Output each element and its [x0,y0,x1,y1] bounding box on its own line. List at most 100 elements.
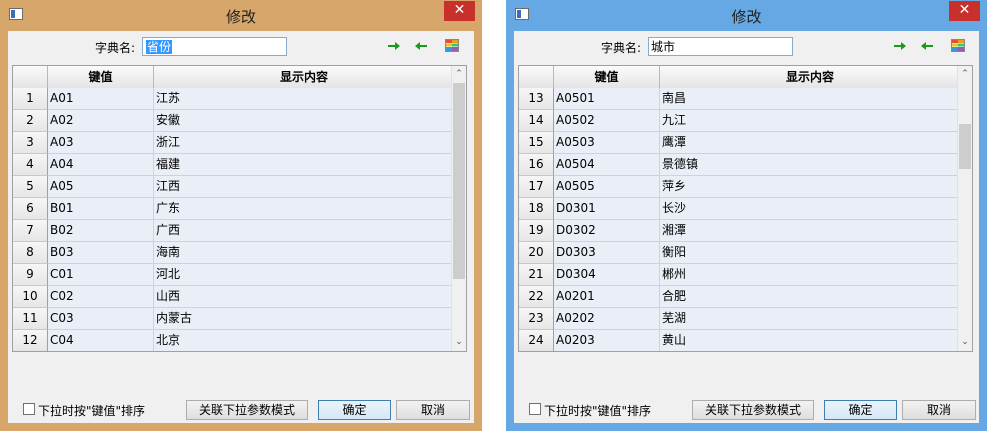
key-cell[interactable]: A0203 [554,330,660,351]
cancel-button[interactable]: 取消 [902,400,976,420]
display-cell[interactable]: 海南 [154,242,454,264]
row-number[interactable]: 23 [519,308,554,330]
color-grid-icon[interactable] [951,39,965,52]
column-header-key[interactable]: 键值 [48,66,154,88]
display-cell[interactable]: 长沙 [660,198,960,220]
display-cell[interactable]: 安徽 [154,110,454,132]
key-cell[interactable]: D0301 [554,198,660,220]
dictionary-grid[interactable]: 键值 显示内容 13 A0501 南昌 14 A0502 九江 15 A0503 鹰潭 16 A05… [518,65,973,352]
key-cell[interactable]: A01 [48,88,154,110]
key-cell[interactable]: A0502 [554,110,660,132]
row-number[interactable]: 10 [13,286,48,308]
display-cell[interactable]: 景德镇 [660,154,960,176]
dictionary-grid[interactable]: 键值 显示内容 1 A01 江苏 2 A02 安徽 3 A03 浙江 4 A04 福建 5 A05 江西 6 B… [12,65,467,352]
vertical-scrollbar[interactable]: ⌃ ⌄ [451,66,466,351]
table-row[interactable]: 9 C01 河北 [13,264,454,286]
table-row[interactable]: 22 A0201 合肥 [519,286,960,308]
table-row[interactable]: 1 A01 江苏 [13,88,454,110]
display-cell[interactable]: 湘潭 [660,220,960,242]
row-number[interactable]: 14 [519,110,554,132]
row-number[interactable]: 9 [13,264,48,286]
display-cell[interactable]: 山西 [154,286,454,308]
green-right-arrow-icon[interactable] [893,40,907,52]
display-cell[interactable]: 江苏 [154,88,454,110]
scroll-down-icon[interactable]: ⌄ [452,334,466,351]
green-left-arrow-icon[interactable] [920,40,934,52]
row-number[interactable]: 24 [519,330,554,351]
close-button[interactable]: ✕ [949,1,980,21]
display-cell[interactable]: 广西 [154,220,454,242]
key-cell[interactable]: A0201 [554,286,660,308]
table-row[interactable]: 19 D0302 湘潭 [519,220,960,242]
link-dropdown-mode-button[interactable]: 关联下拉参数模式 [692,400,814,420]
key-cell[interactable]: D0304 [554,264,660,286]
display-cell[interactable]: 九江 [660,110,960,132]
key-cell[interactable]: A0202 [554,308,660,330]
key-cell[interactable]: A04 [48,154,154,176]
table-row[interactable]: 13 A0501 南昌 [519,88,960,110]
table-row[interactable]: 20 D0303 衡阳 [519,242,960,264]
row-number[interactable]: 18 [519,198,554,220]
table-row[interactable]: 8 B03 海南 [13,242,454,264]
title-bar[interactable]: 修改 ✕ [0,0,482,31]
table-row[interactable]: 16 A0504 景德镇 [519,154,960,176]
display-cell[interactable]: 浙江 [154,132,454,154]
key-cell[interactable]: D0303 [554,242,660,264]
column-header-display[interactable]: 显示内容 [660,66,960,88]
key-cell[interactable]: D0302 [554,220,660,242]
row-number[interactable]: 21 [519,264,554,286]
table-row[interactable]: 5 A05 江西 [13,176,454,198]
cancel-button[interactable]: 取消 [396,400,470,420]
key-cell[interactable]: B02 [48,220,154,242]
key-cell[interactable]: A03 [48,132,154,154]
table-row[interactable]: 3 A03 浙江 [13,132,454,154]
close-button[interactable]: ✕ [444,1,475,21]
key-cell[interactable]: A0505 [554,176,660,198]
row-number[interactable]: 19 [519,220,554,242]
display-cell[interactable]: 郴州 [660,264,960,286]
row-number[interactable]: 3 [13,132,48,154]
scroll-up-icon[interactable]: ⌃ [452,66,466,83]
display-cell[interactable]: 内蒙古 [154,308,454,330]
row-number[interactable]: 22 [519,286,554,308]
key-cell[interactable]: A0503 [554,132,660,154]
grid-corner[interactable] [13,66,48,88]
display-cell[interactable]: 衡阳 [660,242,960,264]
display-cell[interactable]: 广东 [154,198,454,220]
vertical-scrollbar[interactable]: ⌃ ⌄ [957,66,972,351]
dict-name-input[interactable]: 省份 [142,37,287,56]
column-header-key[interactable]: 键值 [554,66,660,88]
table-row[interactable]: 10 C02 山西 [13,286,454,308]
row-number[interactable]: 12 [13,330,48,351]
key-cell[interactable]: B03 [48,242,154,264]
row-number[interactable]: 17 [519,176,554,198]
key-cell[interactable]: C04 [48,330,154,351]
sort-by-key-label[interactable]: 下拉时按"键值"排序 [544,402,651,419]
table-row[interactable]: 6 B01 广东 [13,198,454,220]
row-number[interactable]: 20 [519,242,554,264]
table-row[interactable]: 23 A0202 芜湖 [519,308,960,330]
title-bar[interactable]: 修改 ✕ [506,0,987,31]
display-cell[interactable]: 河北 [154,264,454,286]
display-cell[interactable]: 萍乡 [660,176,960,198]
table-row[interactable]: 21 D0304 郴州 [519,264,960,286]
table-row[interactable]: 15 A0503 鹰潭 [519,132,960,154]
row-number[interactable]: 13 [519,88,554,110]
dict-name-input[interactable]: 城市 [648,37,793,56]
row-number[interactable]: 11 [13,308,48,330]
row-number[interactable]: 6 [13,198,48,220]
green-left-arrow-icon[interactable] [414,40,428,52]
row-number[interactable]: 15 [519,132,554,154]
display-cell[interactable]: 鹰潭 [660,132,960,154]
color-grid-icon[interactable] [445,39,459,52]
key-cell[interactable]: C01 [48,264,154,286]
green-right-arrow-icon[interactable] [387,40,401,52]
table-row[interactable]: 4 A04 福建 [13,154,454,176]
row-number[interactable]: 1 [13,88,48,110]
display-cell[interactable]: 福建 [154,154,454,176]
key-cell[interactable]: A02 [48,110,154,132]
key-cell[interactable]: B01 [48,198,154,220]
key-cell[interactable]: C03 [48,308,154,330]
sort-by-key-checkbox[interactable] [529,403,541,415]
table-row[interactable]: 2 A02 安徽 [13,110,454,132]
